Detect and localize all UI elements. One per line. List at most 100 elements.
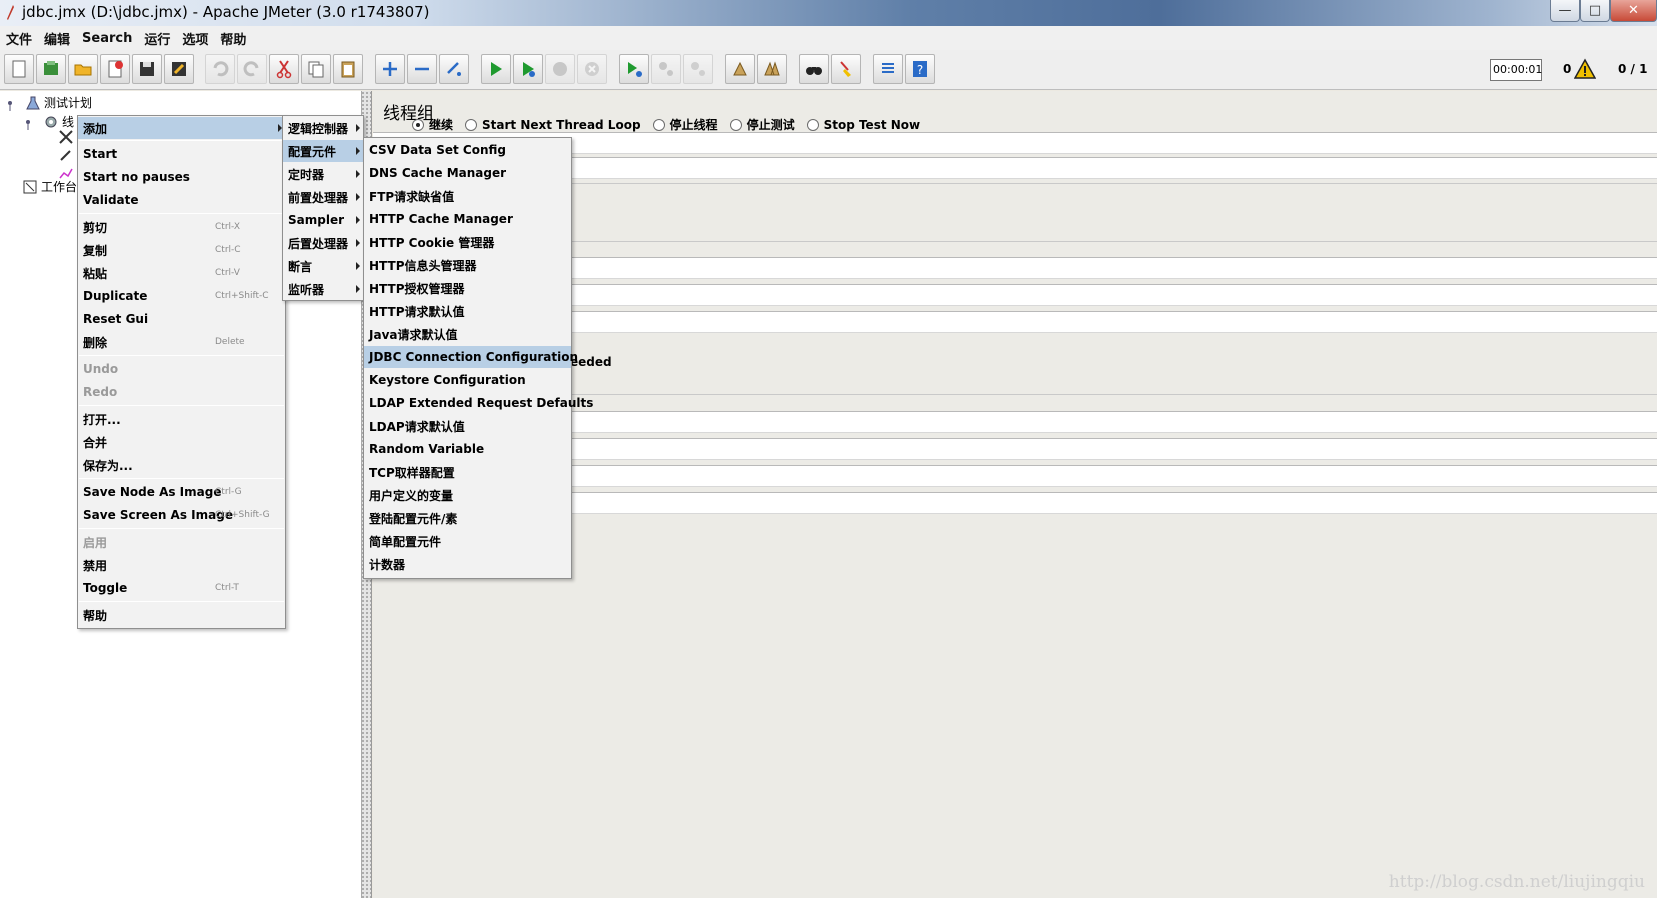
config-item-http-cache-manager[interactable]: HTTP Cache Manager [364, 208, 571, 230]
menu-item-shortcut: Ctrl-T [215, 583, 239, 593]
menu-item-start-no-pauses[interactable]: Start no pauses [78, 166, 285, 188]
config-item-dns-cache-manager[interactable]: DNS Cache Manager [364, 162, 571, 184]
clear-all-button[interactable] [757, 54, 787, 84]
menu-item-save-as[interactable]: 保存为... [78, 454, 285, 476]
clear-all-icon [764, 61, 780, 76]
config-item-user-defined-variables[interactable]: 用户定义的变量 [364, 484, 571, 506]
copy-button[interactable] [301, 54, 331, 84]
config-item-keystore[interactable]: Keystore Configuration [364, 369, 571, 391]
menu-item-cut[interactable]: 剪切 Ctrl-X [78, 216, 285, 238]
remote-start-button[interactable] [619, 54, 649, 84]
menu-item-copy[interactable]: 复制 Ctrl-C [78, 239, 285, 261]
menu-edit[interactable]: 编辑 [44, 29, 70, 48]
config-item-random-variable[interactable]: Random Variable [364, 438, 571, 460]
radio-stop-test[interactable]: 停止测试 [729, 116, 795, 133]
menu-item-redo[interactable]: Redo [78, 381, 285, 403]
config-item-http-request-defaults[interactable]: HTTP请求默认值 [364, 300, 571, 322]
minus-icon [415, 67, 429, 71]
minimize-button[interactable]: — [1550, 0, 1580, 22]
close-file-button[interactable] [100, 54, 130, 84]
remote-stop-button[interactable] [651, 54, 681, 84]
menu-item-validate[interactable]: Validate [78, 189, 285, 211]
menu-item-open[interactable]: 打开... [78, 408, 285, 430]
cut-button[interactable] [269, 54, 299, 84]
redo-button[interactable] [237, 54, 267, 84]
submenu-item-config-element[interactable]: 配置元件 [283, 140, 363, 162]
tree-node-test-plan[interactable]: 测试计划 [6, 94, 92, 111]
submenu-item-timer[interactable]: 定时器 [283, 163, 363, 185]
menu-item-duplicate[interactable]: Duplicate Ctrl+Shift-C [78, 285, 285, 307]
config-item-csv-data-set[interactable]: CSV Data Set Config [364, 139, 571, 161]
menu-item-disable[interactable]: 禁用 [78, 554, 285, 576]
menu-search[interactable]: Search [82, 31, 132, 46]
clear-button[interactable] [725, 54, 755, 84]
config-item-tcp-sampler-config[interactable]: TCP取样器配置 [364, 461, 571, 483]
menu-run[interactable]: 运行 [144, 29, 170, 48]
toggle-button[interactable] [439, 54, 469, 84]
submenu-item-pre-processor[interactable]: 前置处理器 [283, 186, 363, 208]
menu-item-label: CSV Data Set Config [369, 143, 506, 157]
menu-file[interactable]: 文件 [6, 29, 32, 48]
menu-item-paste[interactable]: 粘贴 Ctrl-V [78, 262, 285, 284]
config-item-login-config[interactable]: 登陆配置元件/素 [364, 507, 571, 529]
function-helper-button[interactable] [873, 54, 903, 84]
start-button[interactable] [481, 54, 511, 84]
menu-item-merge[interactable]: 合并 [78, 431, 285, 453]
templates-button[interactable] [36, 54, 66, 84]
config-item-simple-config[interactable]: 简单配置元件 [364, 530, 571, 552]
menu-item-toggle[interactable]: Toggle Ctrl-T [78, 577, 285, 599]
config-item-jdbc-connection[interactable]: JDBC Connection Configuration [364, 346, 578, 368]
menu-item-delete[interactable]: 删除 Delete [78, 331, 285, 353]
config-item-http-auth-manager[interactable]: HTTP授权管理器 [364, 277, 571, 299]
radio-start-next-loop[interactable]: Start Next Thread Loop [465, 118, 641, 132]
submenu-item-assertion[interactable]: 断言 [283, 255, 363, 277]
menu-item-reset-gui[interactable]: Reset Gui [78, 308, 285, 330]
menu-item-start[interactable]: Start [78, 143, 285, 165]
menu-item-help[interactable]: 帮助 [78, 604, 285, 626]
submenu-item-listener[interactable]: 监听器 [283, 278, 363, 300]
save-button[interactable] [132, 54, 162, 84]
menu-item-save-node-image[interactable]: Save Node As Image Ctrl-G [78, 481, 285, 503]
search-button[interactable] [799, 54, 829, 84]
submenu-item-logic-controller[interactable]: 逻辑控制器 [283, 117, 363, 139]
config-item-counter[interactable]: 计数器 [364, 553, 571, 575]
paste-button[interactable] [333, 54, 363, 84]
new-button[interactable] [4, 54, 34, 84]
tree-toggle-icon [26, 119, 30, 130]
config-item-http-cookie-manager[interactable]: HTTP Cookie 管理器 [364, 231, 571, 253]
start-no-pauses-button[interactable] [513, 54, 543, 84]
remote-shutdown-button[interactable] [683, 54, 713, 84]
shutdown-button[interactable] [577, 54, 607, 84]
menu-item-save-screen-image[interactable]: Save Screen As Image Ctrl+Shift-G [78, 504, 285, 526]
expand-all-button[interactable] [375, 54, 405, 84]
maximize-button[interactable]: □ [1580, 0, 1610, 22]
menu-item-enable[interactable]: 启用 [78, 531, 285, 553]
config-item-java-request-defaults[interactable]: Java请求默认值 [364, 323, 571, 345]
menu-item-add[interactable]: 添加 [78, 117, 285, 139]
undo-button[interactable] [205, 54, 235, 84]
help-button[interactable]: ? [905, 54, 935, 84]
config-item-ftp-defaults[interactable]: FTP请求缺省值 [364, 185, 571, 207]
warning-icon[interactable] [1574, 58, 1596, 80]
config-item-ldap-defaults[interactable]: LDAP请求默认值 [364, 415, 571, 437]
stop-button[interactable] [545, 54, 575, 84]
menu-help[interactable]: 帮助 [220, 29, 246, 48]
submenu-arrow-icon [356, 170, 360, 178]
menu-item-label: Reset Gui [83, 312, 149, 326]
collapse-all-button[interactable] [407, 54, 437, 84]
close-button[interactable]: ✕ [1610, 0, 1657, 22]
radio-stop-thread[interactable]: 停止线程 [652, 116, 718, 133]
menu-options[interactable]: 选项 [182, 29, 208, 48]
menu-item-undo[interactable]: Undo [78, 358, 285, 380]
radio-continue[interactable]: 继续 [412, 116, 453, 133]
tree-node-workbench[interactable]: 工作台 [22, 178, 77, 195]
submenu-item-post-processor[interactable]: 后置处理器 [283, 232, 363, 254]
config-item-http-header-manager[interactable]: HTTP信息头管理器 [364, 254, 571, 276]
reset-search-button[interactable] [831, 54, 861, 84]
config-item-ldap-extended-defaults[interactable]: LDAP Extended Request Defaults [364, 392, 593, 414]
submenu-item-sampler[interactable]: Sampler [283, 209, 363, 231]
open-button[interactable] [68, 54, 98, 84]
save-as-button[interactable] [164, 54, 194, 84]
tree-node-thread-group[interactable]: 线 [24, 113, 74, 130]
radio-stop-test-now[interactable]: Stop Test Now [806, 118, 920, 132]
